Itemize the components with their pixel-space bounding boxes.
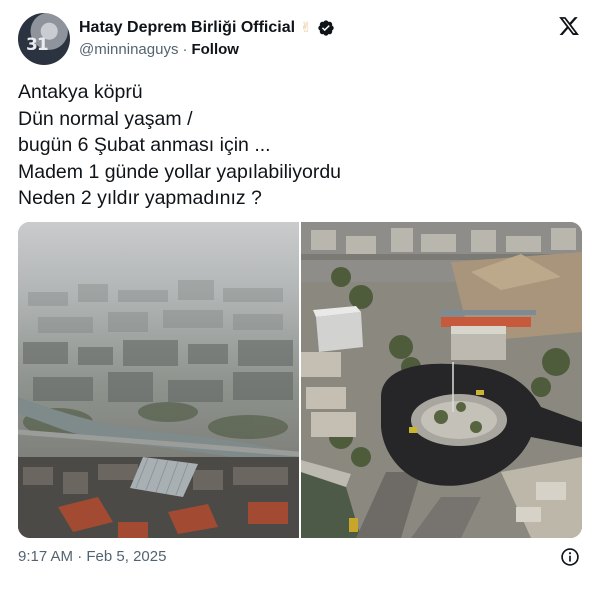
tweet-text: Antakya köprü Dün normal yaşam / bugün 6… [18, 79, 582, 212]
avatar[interactable]: 31 [18, 13, 70, 65]
tweet-media[interactable] [18, 222, 582, 538]
tweet-line: Antakya köprü [18, 81, 143, 103]
tweet-date: Feb 5, 2025 [86, 548, 167, 565]
tweet-line: Neden 2 yıldır yapmadınız ? [18, 187, 262, 209]
x-logo-icon[interactable] [558, 15, 580, 37]
author-name-row: Hatay Deprem Birliği Official ✌ [79, 17, 335, 39]
follow-button[interactable]: Follow [191, 41, 239, 58]
author-display-name[interactable]: Hatay Deprem Birliği Official [79, 19, 295, 37]
tweet-line: bugün 6 Şubat anması için ... [18, 134, 271, 156]
tweet-timestamp[interactable]: 9:17 AM · Feb 5, 2025 [18, 548, 166, 565]
aerial-photo-before[interactable] [18, 222, 299, 538]
avatar-jersey-number: 31 [26, 35, 49, 55]
aerial-photo-after[interactable] [301, 222, 582, 538]
tweet-time: 9:17 AM [18, 548, 74, 565]
info-icon[interactable] [560, 547, 580, 567]
tweet-line: Madem 1 günde yollar yapılabiliyordu [18, 160, 342, 183]
tweet-header: 31 Hatay Deprem Birliği Official ✌ @minn… [18, 13, 582, 65]
handle-separator: · [182, 41, 188, 58]
victory-hand-icon: ✌ [300, 20, 312, 36]
tweet-line: Dün normal yaşam / [18, 107, 193, 130]
author-handle-row: @minninaguys · Follow [79, 41, 239, 58]
author-handle[interactable]: @minninaguys [79, 41, 178, 58]
timestamp-separator: · [77, 548, 83, 565]
verified-badge-icon [318, 20, 334, 36]
